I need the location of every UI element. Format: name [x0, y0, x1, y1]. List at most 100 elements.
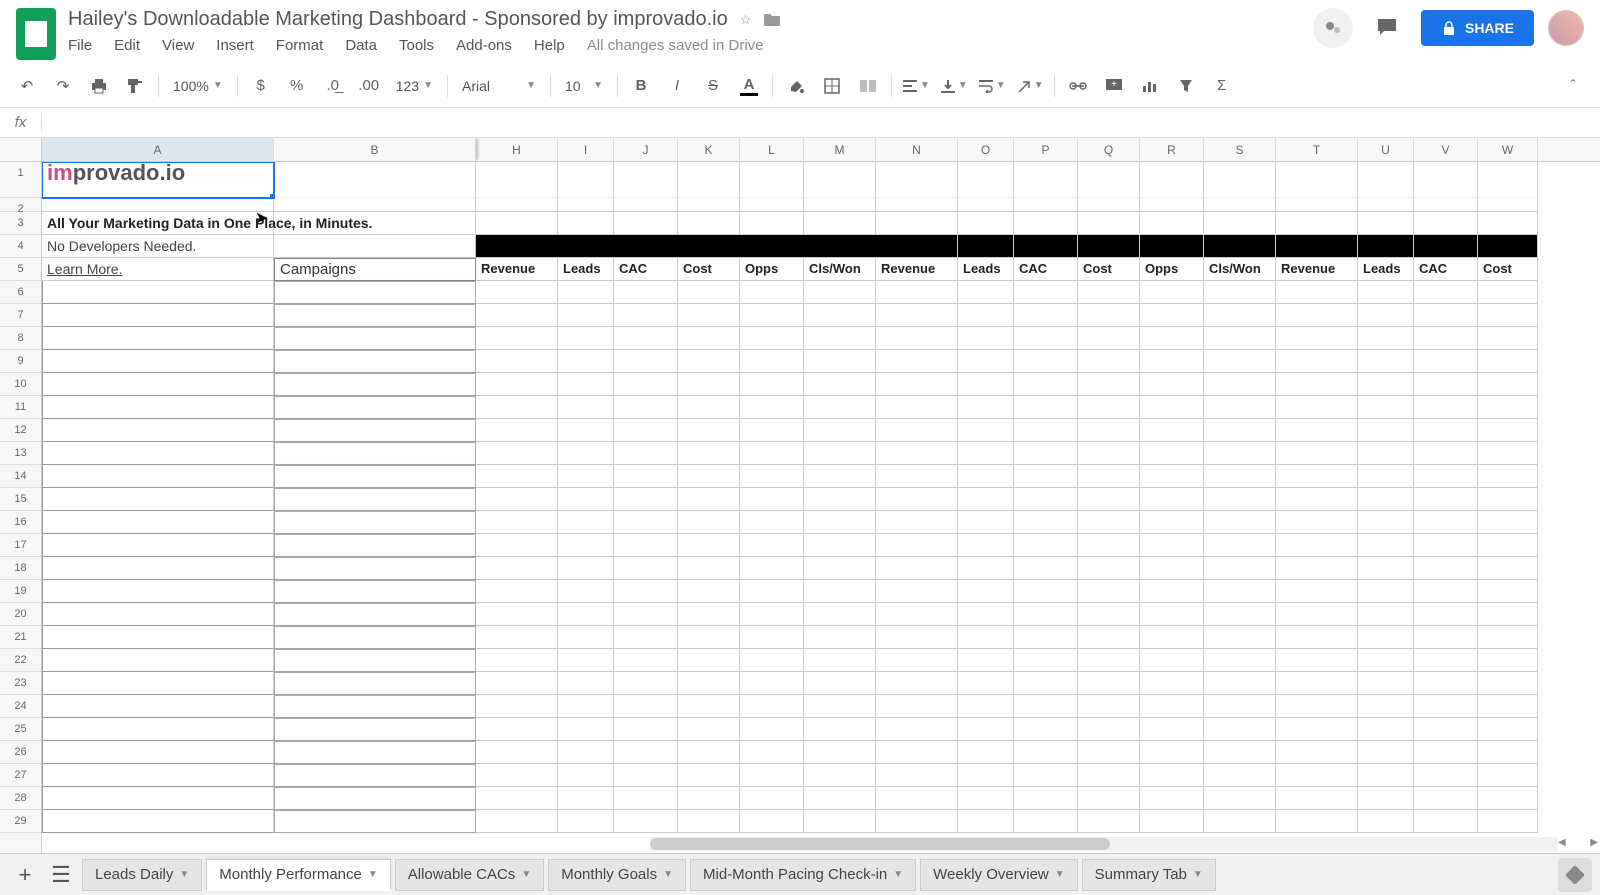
cell-W28[interactable] — [1478, 787, 1538, 810]
cell-N25[interactable] — [876, 718, 958, 741]
sheet-tab-leads-daily[interactable]: Leads Daily▼ — [82, 859, 202, 891]
cell-P20[interactable] — [1014, 603, 1078, 626]
cell-L12[interactable] — [740, 419, 804, 442]
cell-L6[interactable] — [740, 281, 804, 304]
cell-U14[interactable] — [1358, 465, 1414, 488]
cell-R27[interactable] — [1140, 764, 1204, 787]
cell-Q1[interactable] — [1078, 162, 1140, 198]
cell-W27[interactable] — [1478, 764, 1538, 787]
cell-U27[interactable] — [1358, 764, 1414, 787]
row-header-22[interactable]: 22 — [0, 649, 41, 672]
font-select[interactable]: Arial ▼ — [454, 78, 544, 94]
cell-S13[interactable] — [1204, 442, 1276, 465]
cell-L29[interactable] — [740, 810, 804, 833]
cell-M14[interactable] — [804, 465, 876, 488]
cell-S7[interactable] — [1204, 304, 1276, 327]
insert-chart-button[interactable] — [1133, 71, 1167, 101]
cell-U26[interactable] — [1358, 741, 1414, 764]
cell-H4[interactable]: April — [476, 235, 558, 258]
cell-L25[interactable] — [740, 718, 804, 741]
cell-S27[interactable] — [1204, 764, 1276, 787]
cell-B11[interactable]: Youtube — [274, 396, 476, 419]
cell-A21[interactable]: Referral Program — [42, 626, 274, 649]
cell-N9[interactable] — [876, 350, 958, 373]
cell-M13[interactable] — [804, 442, 876, 465]
account-switch-icon[interactable] — [1313, 8, 1353, 48]
cell-K8[interactable] — [678, 327, 740, 350]
wrap-button[interactable]: ▼ — [974, 71, 1010, 101]
star-icon[interactable]: ☆ — [740, 12, 752, 28]
row-header-21[interactable]: 21 — [0, 626, 41, 649]
row-header-6[interactable]: 6 — [0, 281, 41, 304]
cell-I25[interactable] — [558, 718, 614, 741]
cell-W16[interactable] — [1478, 511, 1538, 534]
cell-J7[interactable] — [614, 304, 678, 327]
cell-H25[interactable] — [476, 718, 558, 741]
cell-R13[interactable] — [1140, 442, 1204, 465]
format-123-select[interactable]: 123 ▼ — [388, 78, 441, 94]
undo-button[interactable]: ↶ — [10, 71, 44, 101]
cell-M29[interactable] — [804, 810, 876, 833]
cell-S23[interactable] — [1204, 672, 1276, 695]
cell-V20[interactable] — [1414, 603, 1478, 626]
cell-O8[interactable] — [958, 327, 1014, 350]
cell-A10[interactable] — [42, 373, 274, 396]
cell-B24[interactable]: GDN - Remarketing — [274, 695, 476, 718]
cell-B19[interactable]: Affiliate — [274, 580, 476, 603]
cell-I7[interactable] — [558, 304, 614, 327]
text-color-button[interactable]: A — [732, 71, 766, 101]
cell-L23[interactable] — [740, 672, 804, 695]
cell-O21[interactable] — [958, 626, 1014, 649]
cell-W25[interactable] — [1478, 718, 1538, 741]
cell-N16[interactable] — [876, 511, 958, 534]
cell-Q7[interactable] — [1078, 304, 1140, 327]
cell-O26[interactable] — [958, 741, 1014, 764]
cell-M4[interactable] — [804, 235, 876, 258]
menu-edit[interactable]: Edit — [114, 37, 140, 54]
merge-button[interactable] — [851, 71, 885, 101]
cell-Q21[interactable] — [1078, 626, 1140, 649]
cell-N1[interactable] — [876, 162, 958, 198]
cell-U2[interactable] — [1358, 198, 1414, 212]
cell-H7[interactable] — [476, 304, 558, 327]
cell-Q9[interactable] — [1078, 350, 1140, 373]
cell-Q15[interactable] — [1078, 488, 1140, 511]
cell-I16[interactable] — [558, 511, 614, 534]
cell-R21[interactable] — [1140, 626, 1204, 649]
cell-O10[interactable] — [958, 373, 1014, 396]
cell-O14[interactable] — [958, 465, 1014, 488]
cell-W18[interactable] — [1478, 557, 1538, 580]
cell-J8[interactable] — [614, 327, 678, 350]
cell-L10[interactable] — [740, 373, 804, 396]
cell-L26[interactable] — [740, 741, 804, 764]
cell-B16[interactable]: Gated Content — [274, 511, 476, 534]
cell-O22[interactable] — [958, 649, 1014, 672]
cell-R29[interactable] — [1140, 810, 1204, 833]
cell-M2[interactable] — [804, 198, 876, 212]
cell-N21[interactable] — [876, 626, 958, 649]
row-header-19[interactable]: 19 — [0, 580, 41, 603]
cell-P5[interactable]: CAC — [1014, 258, 1078, 281]
cell-K27[interactable] — [678, 764, 740, 787]
comments-icon[interactable] — [1367, 8, 1407, 48]
menu-format[interactable]: Format — [276, 37, 324, 54]
cell-S12[interactable] — [1204, 419, 1276, 442]
cell-O23[interactable] — [958, 672, 1014, 695]
cell-W11[interactable] — [1478, 396, 1538, 419]
cell-J15[interactable] — [614, 488, 678, 511]
cell-M28[interactable] — [804, 787, 876, 810]
cell-I27[interactable] — [558, 764, 614, 787]
cell-J3[interactable] — [614, 212, 678, 235]
cell-K26[interactable] — [678, 741, 740, 764]
cell-Q10[interactable] — [1078, 373, 1140, 396]
cell-S21[interactable] — [1204, 626, 1276, 649]
cell-S28[interactable] — [1204, 787, 1276, 810]
cell-W19[interactable] — [1478, 580, 1538, 603]
cell-J4[interactable] — [614, 235, 678, 258]
cell-K21[interactable] — [678, 626, 740, 649]
cell-U28[interactable] — [1358, 787, 1414, 810]
cell-L24[interactable] — [740, 695, 804, 718]
cell-I19[interactable] — [558, 580, 614, 603]
cell-K16[interactable] — [678, 511, 740, 534]
col-header-A[interactable]: A — [42, 138, 274, 161]
